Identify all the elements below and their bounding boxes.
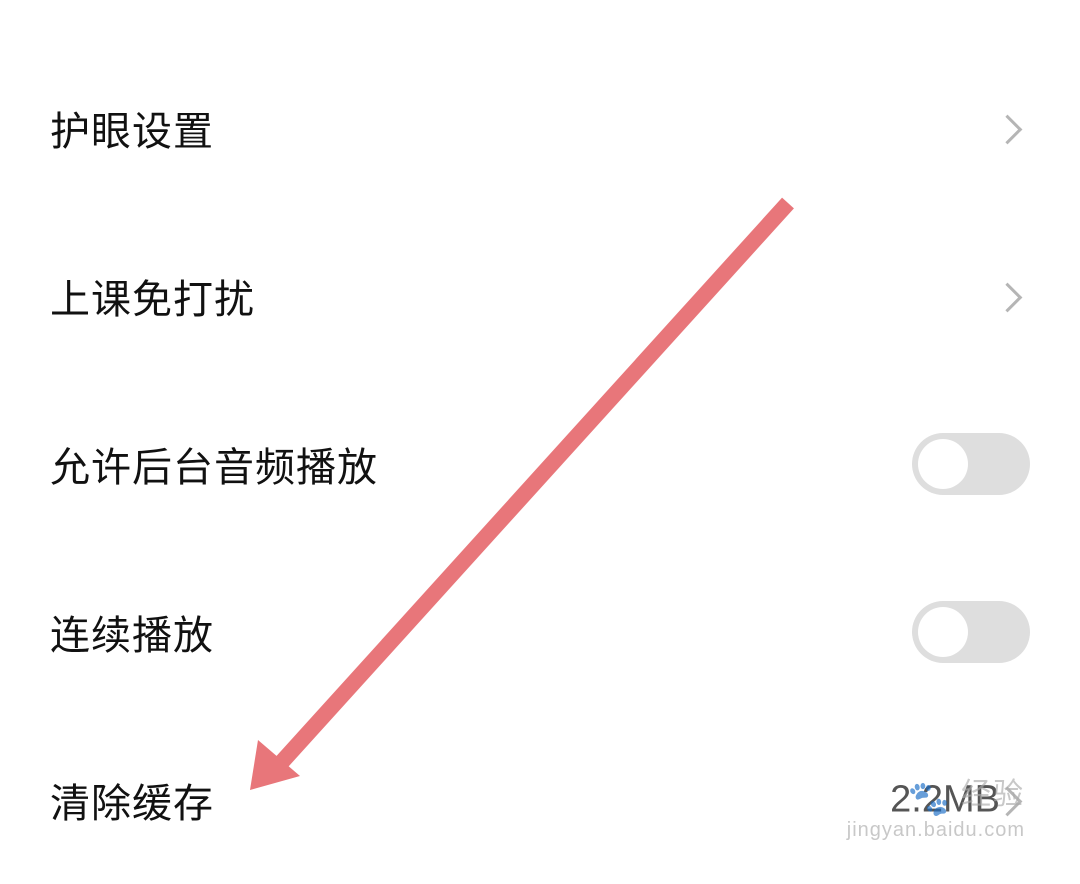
chevron-right-icon xyxy=(992,114,1023,145)
settings-row-class-do-not-disturb[interactable]: 上课免打扰 xyxy=(0,212,1080,380)
settings-row-label: 上课免打扰 xyxy=(50,277,255,323)
settings-row-continuous-play: 连续播放 xyxy=(0,548,1080,716)
chevron-right-icon xyxy=(992,282,1023,313)
background-audio-toggle[interactable] xyxy=(912,433,1030,495)
toggle-knob xyxy=(918,607,968,657)
cache-size-value: 2.2MB xyxy=(890,778,1000,821)
settings-row-label: 连续播放 xyxy=(50,613,214,659)
settings-row-label: 清除缓存 xyxy=(50,781,214,827)
continuous-play-toggle[interactable] xyxy=(912,601,1030,663)
settings-list: 护眼设置 上课免打扰 允许后台音频播放 连续播放 清除缓存 2.2MB xyxy=(0,44,1080,884)
toggle-knob xyxy=(918,439,968,489)
settings-row-label: 护眼设置 xyxy=(50,109,214,155)
settings-row-eye-protection[interactable]: 护眼设置 xyxy=(0,44,1080,212)
settings-row-clear-cache[interactable]: 清除缓存 2.2MB xyxy=(0,716,1080,884)
settings-row-label: 允许后台音频播放 xyxy=(50,445,378,491)
settings-row-background-audio: 允许后台音频播放 xyxy=(0,380,1080,548)
